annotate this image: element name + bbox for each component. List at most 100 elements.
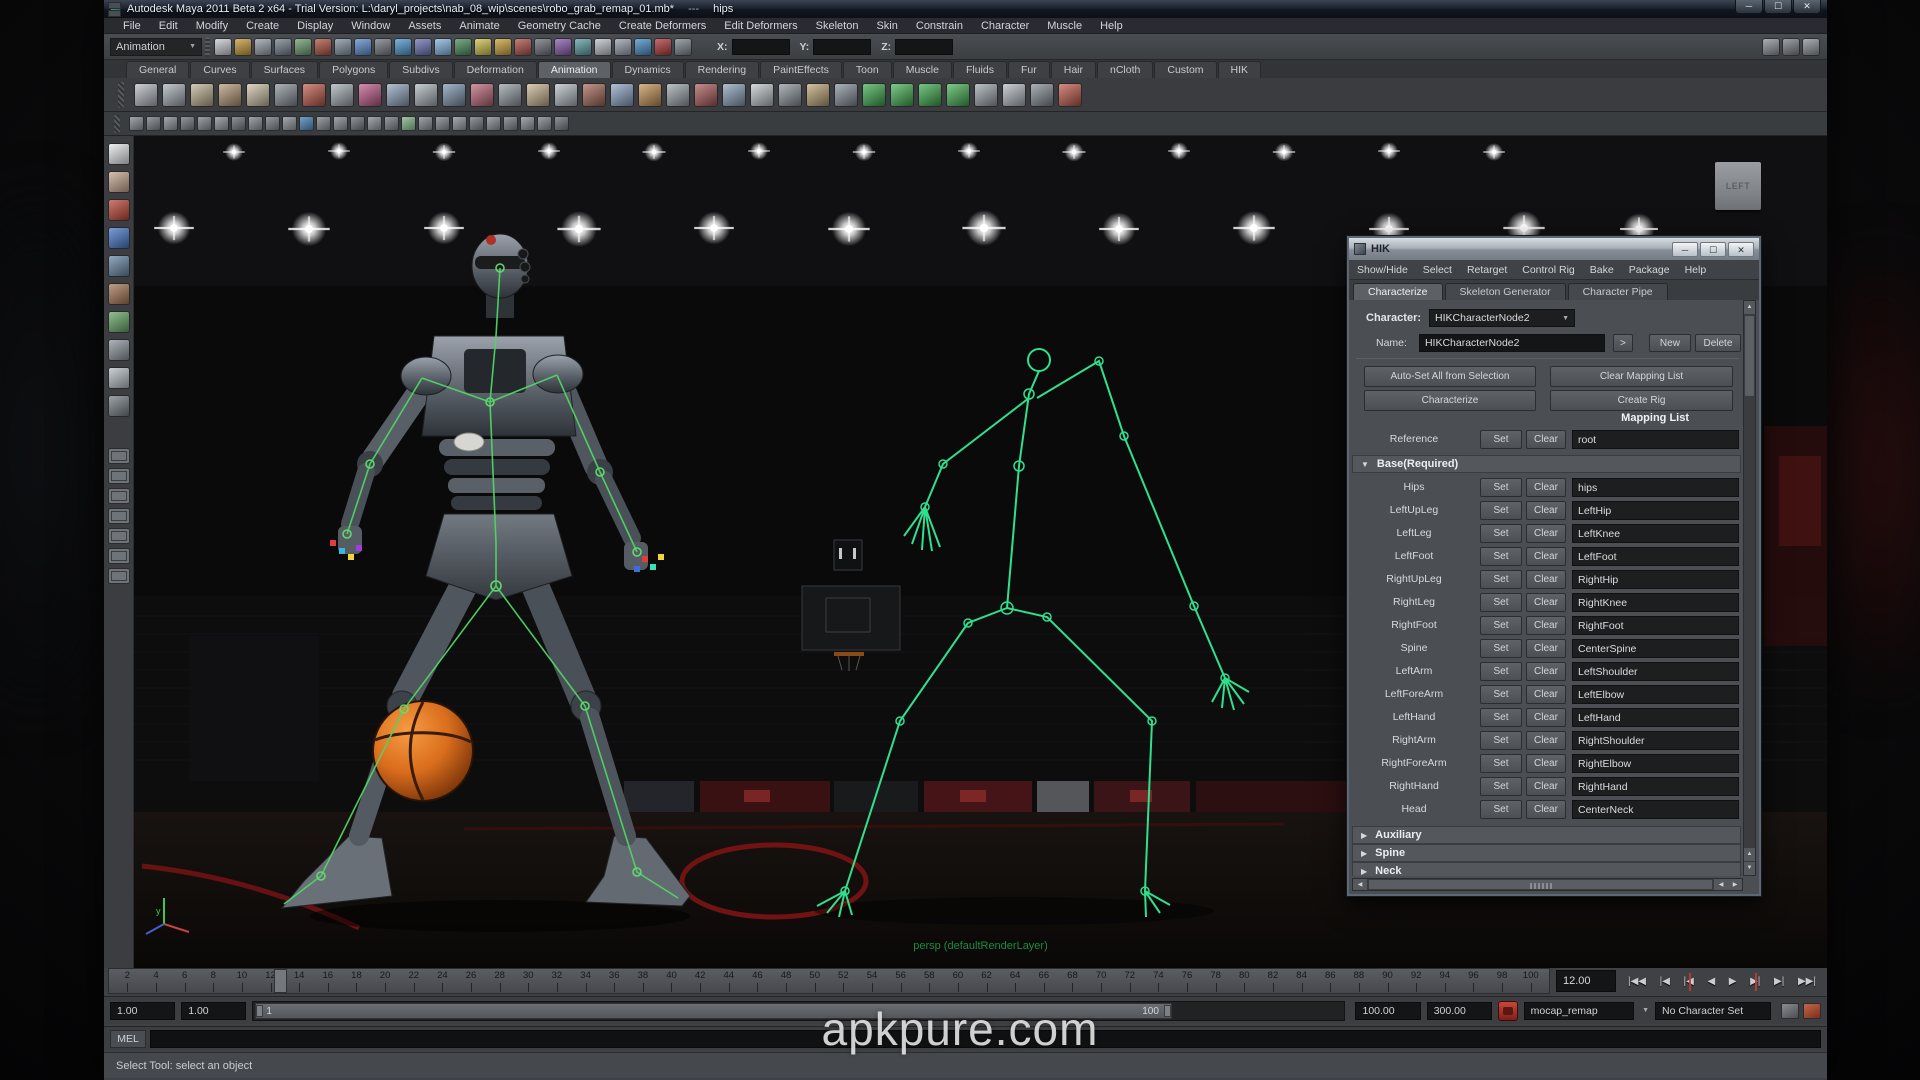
set-button[interactable]: Set xyxy=(1480,524,1522,543)
shelf-tool-icon[interactable] xyxy=(190,83,214,107)
scroll-right-icon[interactable]: ▶ xyxy=(1728,879,1742,890)
menu-item[interactable]: Edit Deformers xyxy=(715,20,806,32)
hik-horizontal-scrollbar[interactable]: ◀ ◀ ▶ xyxy=(1352,878,1743,891)
shelf-grip[interactable] xyxy=(118,82,124,108)
clear-button[interactable]: Clear xyxy=(1526,754,1566,773)
shelf-tab[interactable]: Rendering xyxy=(685,61,759,78)
view-layout-icon[interactable] xyxy=(1762,38,1780,56)
shelf-tool-icon[interactable] xyxy=(134,83,158,107)
shelf-tool-icon[interactable] xyxy=(246,83,270,107)
hik-window-control-button[interactable]: ─ xyxy=(1672,242,1698,257)
hik-window-control-button[interactable]: ✕ xyxy=(1728,242,1754,257)
status-icon[interactable] xyxy=(574,38,592,56)
shelf-tool-icon[interactable] xyxy=(274,83,298,107)
viewport-toolbar-icon[interactable] xyxy=(452,116,467,131)
hik-menu-item[interactable]: Select xyxy=(1423,264,1452,276)
menu-set-dropdown[interactable]: Animation ▼ xyxy=(110,38,202,56)
scroll-down-icon[interactable]: ▼ xyxy=(1744,862,1755,875)
shelf-tool-icon[interactable] xyxy=(750,83,774,107)
clear-button[interactable]: Clear xyxy=(1526,639,1566,658)
viewport-toolbar-icon[interactable] xyxy=(248,116,263,131)
current-frame-field[interactable]: 12.00 xyxy=(1556,970,1616,992)
playback-button[interactable]: ▶ xyxy=(1729,976,1737,987)
viewport-toolbar-icon[interactable] xyxy=(537,116,552,131)
shelf-tab[interactable]: Polygons xyxy=(319,61,388,78)
mel-label[interactable]: MEL xyxy=(110,1030,146,1048)
set-button[interactable]: Set xyxy=(1480,501,1522,520)
set-button[interactable]: Set xyxy=(1480,639,1522,658)
viewport-toolbar-icon[interactable] xyxy=(418,116,433,131)
hik-title-bar[interactable]: HIK ─☐✕ xyxy=(1349,238,1759,260)
set-button[interactable]: Set xyxy=(1480,731,1522,750)
toolbox-tool-icon[interactable] xyxy=(108,339,130,361)
viewport-toolbar-icon[interactable] xyxy=(435,116,450,131)
shelf-tool-icon[interactable] xyxy=(666,83,690,107)
hik-tab[interactable]: Skeleton Generator xyxy=(1445,283,1566,300)
x-input[interactable] xyxy=(732,39,790,55)
status-icon[interactable] xyxy=(494,38,512,56)
shelf-tool-icon[interactable] xyxy=(498,83,522,107)
viewport-toolbar-icon[interactable] xyxy=(146,116,161,131)
scroll-left-icon[interactable]: ◀ xyxy=(1714,879,1728,890)
playback-button[interactable]: |◀◀ xyxy=(1628,976,1646,987)
status-icon[interactable] xyxy=(394,38,412,56)
range-slider-bar[interactable]: 1 100 xyxy=(255,1003,1172,1019)
shelf-tool-icon[interactable] xyxy=(946,83,970,107)
viewport-toolbar-icon[interactable] xyxy=(265,116,280,131)
shelf-tool-icon[interactable] xyxy=(778,83,802,107)
z-input[interactable] xyxy=(895,39,953,55)
viewport-toolbar-icon[interactable] xyxy=(384,116,399,131)
toolbox-tool-icon[interactable] xyxy=(108,143,130,165)
shelf-tab[interactable]: Toon xyxy=(843,61,892,78)
view-layout-icon[interactable] xyxy=(1802,38,1820,56)
shelf-tool-icon[interactable] xyxy=(470,83,494,107)
clear-button[interactable]: Clear xyxy=(1526,731,1566,750)
viewport-toolbar-icon[interactable] xyxy=(520,116,535,131)
shelf-tool-icon[interactable] xyxy=(302,83,326,107)
shelf-tool-icon[interactable] xyxy=(162,83,186,107)
status-icon[interactable] xyxy=(454,38,472,56)
viewport-toolbar-icon[interactable] xyxy=(469,116,484,131)
hik-menu-item[interactable]: Control Rig xyxy=(1522,264,1575,276)
layout-shortcut-button[interactable] xyxy=(108,528,130,544)
shelf-tab[interactable]: Curves xyxy=(190,61,249,78)
shelf-tool-icon[interactable] xyxy=(386,83,410,107)
layout-shortcut-button[interactable] xyxy=(108,448,130,464)
menu-item[interactable]: File xyxy=(114,20,150,32)
viewport-toolbar-icon[interactable] xyxy=(282,116,297,131)
clear-button[interactable]: Clear xyxy=(1526,524,1566,543)
shelf-tool-icon[interactable] xyxy=(694,83,718,107)
toolbox-tool-icon[interactable] xyxy=(108,199,130,221)
status-icon[interactable] xyxy=(614,38,632,56)
clear-button[interactable]: Clear xyxy=(1526,708,1566,727)
shelf-tab-arrows[interactable] xyxy=(108,2,121,17)
set-button[interactable]: Set xyxy=(1480,708,1522,727)
mapping-value-field[interactable]: LeftFoot xyxy=(1572,547,1739,566)
layout-shortcut-button[interactable] xyxy=(108,548,130,564)
collapsed-section-header[interactable]: ▶ Auxiliary xyxy=(1352,826,1741,844)
shelf-tab[interactable]: Custom xyxy=(1154,61,1216,78)
playback-button[interactable]: ▶▶| xyxy=(1798,976,1816,987)
shelf-tool-icon[interactable] xyxy=(442,83,466,107)
mapping-value-field[interactable]: CenterSpine xyxy=(1572,639,1739,658)
menu-item[interactable]: Create Deformers xyxy=(610,20,715,32)
status-icon[interactable] xyxy=(594,38,612,56)
toolbox-tool-icon[interactable] xyxy=(108,171,130,193)
shelf-tool-icon[interactable] xyxy=(218,83,242,107)
shelf-tool-icon[interactable] xyxy=(582,83,606,107)
anim-prefs-icon[interactable] xyxy=(1803,1003,1821,1019)
toolbox-tool-icon[interactable] xyxy=(108,395,130,417)
menu-item[interactable]: Constrain xyxy=(907,20,972,32)
shelf-tool-icon[interactable] xyxy=(330,83,354,107)
character-dropdown[interactable]: HIKCharacterNode2 ▼ xyxy=(1429,309,1575,327)
mapping-value-field[interactable]: RightFoot xyxy=(1572,616,1739,635)
set-button[interactable]: Set xyxy=(1480,430,1522,449)
layout-shortcut-button[interactable] xyxy=(108,568,130,584)
status-icon[interactable] xyxy=(274,38,292,56)
status-icon[interactable] xyxy=(634,38,652,56)
shelf-tab[interactable]: Hair xyxy=(1051,61,1096,78)
shelf-tab[interactable]: Subdivs xyxy=(389,61,452,78)
mapping-value-field[interactable]: LeftKnee xyxy=(1572,524,1739,543)
auto-set-button[interactable]: Auto-Set All from Selection xyxy=(1364,366,1536,387)
shelf-tool-icon[interactable] xyxy=(834,83,858,107)
